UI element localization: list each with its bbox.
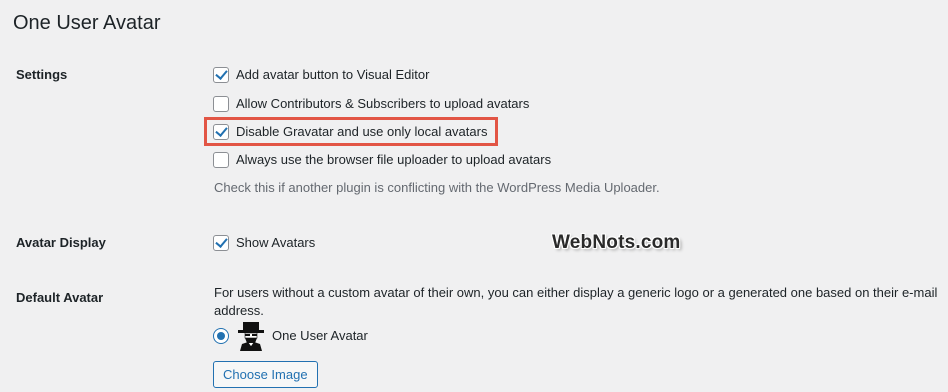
option-add-avatar-button[interactable]: Add avatar button to Visual Editor (213, 66, 429, 84)
webnots-watermark: WebNots.com (552, 232, 681, 253)
option-allow-contributors-upload[interactable]: Allow Contributors & Subscribers to uplo… (213, 95, 529, 113)
checkbox-allow-contributors-upload[interactable] (213, 96, 229, 112)
option-disable-gravatar[interactable]: Disable Gravatar and use only local avat… (213, 123, 487, 141)
settings-label: Settings (16, 67, 68, 82)
option-label: Disable Gravatar and use only local avat… (236, 124, 488, 139)
default-avatar-description: For users without a custom avatar of the… (214, 285, 938, 318)
checkbox-browser-file-uploader[interactable] (213, 152, 229, 168)
option-label: Allow Contributors & Subscribers to uplo… (236, 96, 530, 111)
option-label: Add avatar button to Visual Editor (236, 67, 430, 82)
avatar-display-label: Avatar Display (16, 235, 106, 250)
choose-image-button[interactable]: Choose Image (213, 361, 318, 388)
page-title: One User Avatar (13, 12, 161, 34)
checkbox-add-avatar-button[interactable] (213, 67, 229, 83)
radio-label: One User Avatar (272, 328, 368, 343)
checkbox-show-avatars[interactable] (213, 235, 229, 251)
default-avatar-label: Default Avatar (16, 290, 104, 305)
radio-one-user-avatar[interactable] (213, 328, 229, 344)
checkbox-disable-gravatar[interactable] (213, 124, 229, 140)
option-label: Always use the browser file uploader to … (236, 152, 552, 167)
option-label: Show Avatars (236, 235, 316, 250)
hat-person-avatar-icon (238, 322, 264, 351)
settings-description: Check this if another plugin is conflict… (214, 180, 660, 195)
option-show-avatars[interactable]: Show Avatars (213, 234, 315, 252)
option-browser-file-uploader[interactable]: Always use the browser file uploader to … (213, 151, 551, 169)
radio-option-one-user-avatar[interactable]: One User Avatar (213, 321, 368, 351)
